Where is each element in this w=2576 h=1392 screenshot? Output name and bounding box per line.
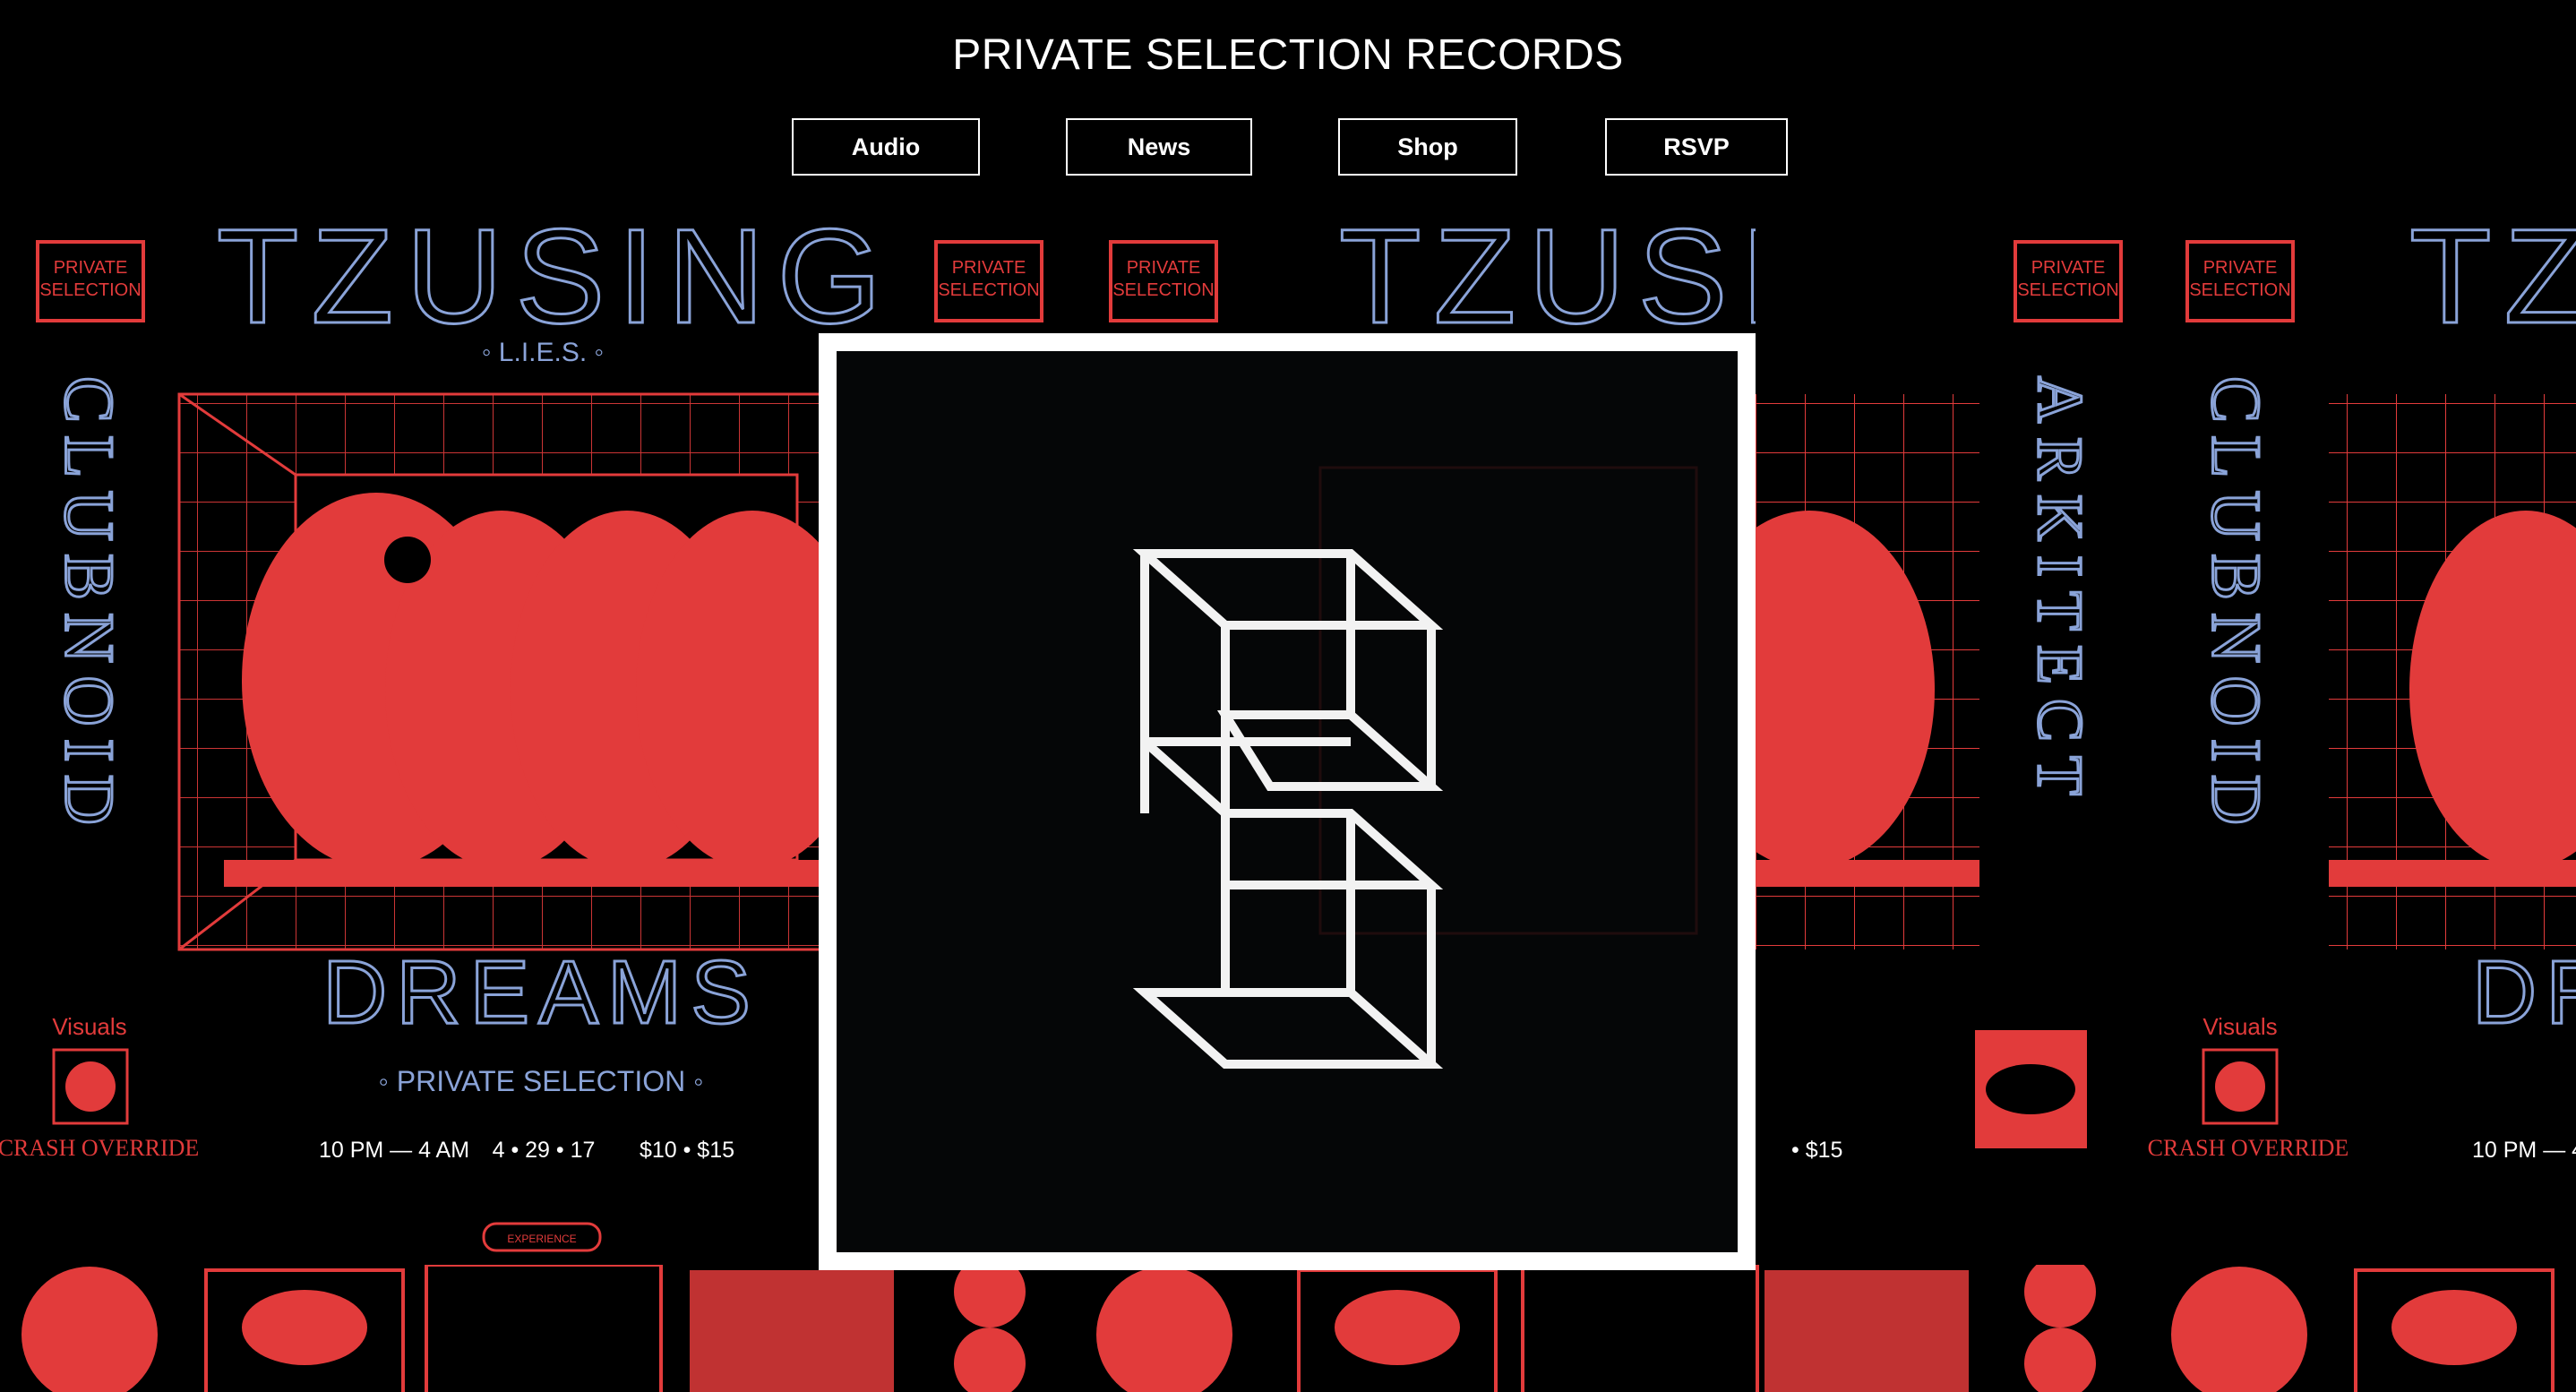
poster-c-badge-line2: SELECTION <box>2189 280 2290 300</box>
poster-tzusing-dreams: PRIVATE SELECTION TZUSING ◦ L.I.E.S. ◦ C… <box>0 206 897 1252</box>
event-price-partial: • $15 <box>1791 1138 1842 1163</box>
poster-d-badge-line2: SELECTION <box>938 280 1039 300</box>
site-title: PRIVATE SELECTION RECORDS <box>952 31 1624 79</box>
visuals-label: Visuals <box>52 1013 126 1040</box>
event-date: 4 • 29 • 17 <box>493 1138 596 1163</box>
event-presenter: ◦ PRIVATE SELECTION ◦ <box>379 1065 704 1097</box>
poster-b-badge-line1: PRIVATE <box>2031 258 2106 278</box>
poster-badge-line1: PRIVATE <box>54 258 128 278</box>
poster-arkitect: • $15 PRIVATE SELECTION ARKITECT PRIVATE… <box>1756 206 2576 1163</box>
headliner-sub: ◦ L.I.E.S. ◦ <box>482 338 604 367</box>
vertical-artist-name-c: CLUBNOID <box>2198 376 2276 838</box>
event-title-c: DREAMS <box>2472 942 2576 1043</box>
headliner-name-c: TZUSING <box>2409 206 2576 351</box>
logo-modal[interactable] <box>819 333 1756 1270</box>
poster-e-badge-line2: SELECTION <box>1112 280 1214 300</box>
headliner-name: TZUSING <box>217 206 894 351</box>
main-nav: Audio News Shop RSVP <box>0 118 2576 179</box>
nav-audio-button[interactable]: Audio <box>792 118 980 176</box>
vertical-artist-name-b: ARKITECT <box>2024 376 2096 810</box>
event-title: DREAMS <box>322 942 760 1043</box>
poster-e-badge-line1: PRIVATE <box>1127 258 1201 278</box>
event-time: 10 PM — 4 AM <box>319 1138 469 1163</box>
poster-badge-line2: SELECTION <box>39 280 141 300</box>
nav-shop-button[interactable]: Shop <box>1338 118 1517 176</box>
headliner-name-d: TZUSING <box>1339 206 1756 351</box>
event-time-c: 10 PM — 4 AM <box>2472 1138 2576 1163</box>
vertical-artist-name: CLUBNOID <box>51 376 129 838</box>
poster-d-badge-line1: PRIVATE <box>952 258 1026 278</box>
poster-b-badge-line2: SELECTION <box>2017 280 2118 300</box>
bottom-artwork-strip <box>21 1265 2555 1392</box>
private-selection-logo-icon <box>1132 466 1698 1069</box>
logo-modal-content <box>837 351 1738 1252</box>
experience-badge: EXPERIENCE <box>507 1233 576 1245</box>
visuals-label-c: Visuals <box>2202 1013 2277 1040</box>
event-price: $10 • $15 <box>640 1138 734 1163</box>
poster-c-badge-line1: PRIVATE <box>2203 258 2278 278</box>
visuals-name: CRASH OVERRIDE <box>0 1135 199 1161</box>
visuals-name-c: CRASH OVERRIDE <box>2148 1135 2349 1161</box>
nav-news-button[interactable]: News <box>1066 118 1252 176</box>
nav-rsvp-button[interactable]: RSVP <box>1605 118 1788 176</box>
